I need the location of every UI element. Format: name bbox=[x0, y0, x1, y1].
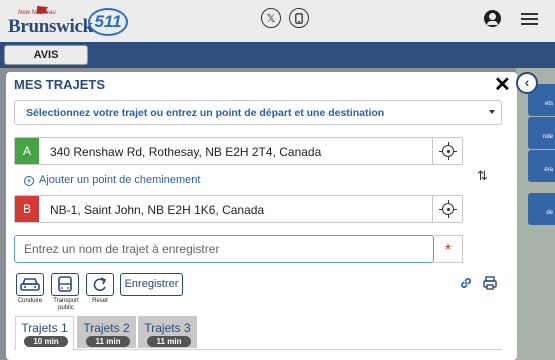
required-mark: * bbox=[434, 235, 463, 263]
plus-icon: + bbox=[24, 176, 34, 186]
tab-baseline bbox=[14, 349, 502, 350]
locate-end-icon[interactable] bbox=[432, 196, 462, 222]
locate-start-icon[interactable] bbox=[432, 138, 462, 164]
link-icon[interactable] bbox=[458, 275, 474, 291]
side-tab-4[interactable]: de bbox=[528, 193, 555, 225]
tab-route-1[interactable]: Trajets 1 10 min bbox=[15, 316, 74, 350]
end-value: NB-1, Saint John, NB E2H 1K6, Canada bbox=[50, 203, 265, 217]
car-icon bbox=[20, 278, 40, 291]
start-field[interactable]: A 340 Renshaw Rd, Rothesay, NB E2H 2T4, … bbox=[14, 137, 463, 165]
print-icon[interactable] bbox=[482, 275, 498, 291]
reset-label: Reset bbox=[92, 298, 108, 304]
add-waypoint-link[interactable]: + Ajouter un point de cheminement bbox=[24, 174, 200, 186]
close-icon[interactable]: ✕ bbox=[494, 72, 511, 97]
route-name-input[interactable] bbox=[14, 235, 434, 263]
end-field[interactable]: B NB-1, Saint John, NB E2H 1K6, Canada bbox=[14, 195, 463, 223]
side-tab-2[interactable]: nde bbox=[528, 117, 555, 149]
chevron-down-icon bbox=[489, 110, 495, 114]
tab-route-1-duration: 10 min bbox=[24, 336, 68, 347]
tab-route-3-label: Trajets 3 bbox=[144, 321, 191, 335]
side-tab-3[interactable]: éra bbox=[528, 150, 555, 182]
nb511-logo[interactable]: New Nouveau Brunswick 511 bbox=[8, 4, 128, 40]
panel-title: MES TRAJETS bbox=[14, 77, 106, 92]
end-marker: B bbox=[15, 196, 39, 222]
avis-button[interactable]: AVIS bbox=[4, 45, 88, 65]
tab-route-1-label: Trajets 1 bbox=[21, 321, 68, 335]
drive-label: Conduire bbox=[17, 298, 43, 304]
tab-route-2-label: Trajets 2 bbox=[83, 321, 130, 335]
reset-button[interactable] bbox=[86, 273, 114, 296]
transit-button[interactable] bbox=[51, 273, 79, 296]
save-button[interactable]: Enregistrer bbox=[120, 273, 183, 296]
start-value: 340 Renshaw Rd, Rothesay, NB E2H 2T4, Ca… bbox=[50, 145, 322, 159]
hamburger-icon[interactable] bbox=[521, 13, 538, 25]
transit-label: Transport public bbox=[53, 298, 79, 311]
reset-icon bbox=[93, 277, 107, 292]
drive-button[interactable] bbox=[16, 273, 44, 296]
mobile-icon[interactable] bbox=[289, 8, 309, 28]
route-select[interactable]: Sélectionnez votre trajet ou entrez un p… bbox=[14, 100, 502, 125]
start-marker: A bbox=[15, 138, 39, 164]
route-select-text: Sélectionnez votre trajet ou entrez un p… bbox=[26, 107, 385, 119]
tab-route-2[interactable]: Trajets 2 11 min bbox=[77, 316, 136, 348]
logo-brand-text: Brunswick bbox=[8, 16, 93, 37]
tab-route-3-duration: 11 min bbox=[147, 336, 191, 347]
chevron-left-icon[interactable]: ‹ bbox=[516, 72, 538, 94]
tab-route-3[interactable]: Trajets 3 11 min bbox=[138, 316, 197, 348]
user-icon[interactable] bbox=[484, 10, 501, 27]
logo-511: 511 bbox=[88, 8, 128, 36]
bus-icon bbox=[58, 276, 72, 292]
x-icon[interactable]: 𝕏 bbox=[261, 8, 281, 28]
tab-route-2-duration: 11 min bbox=[86, 336, 130, 347]
add-waypoint-label: Ajouter un point de cheminement bbox=[39, 174, 201, 186]
swap-icon[interactable]: ⇅ bbox=[477, 168, 488, 184]
